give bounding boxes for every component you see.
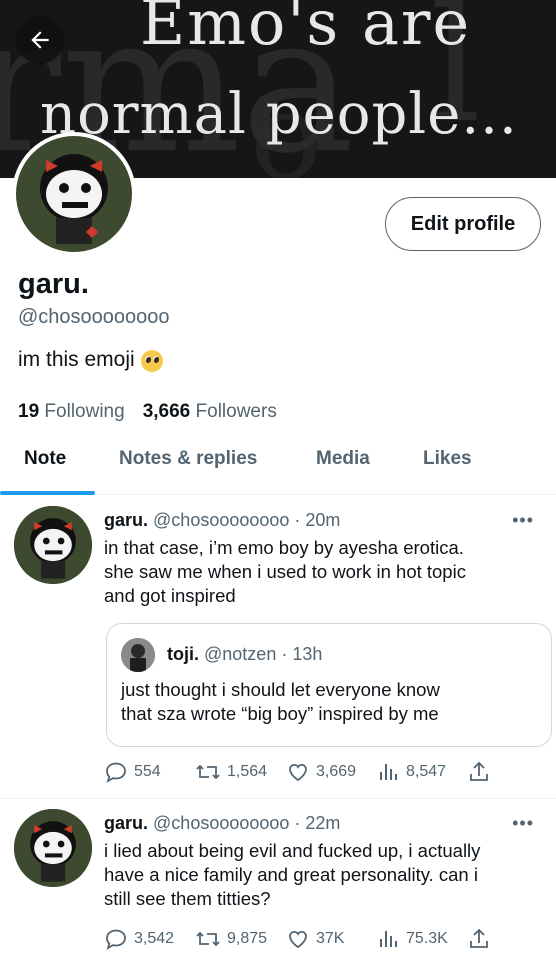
profile-avatar[interactable] bbox=[12, 132, 136, 256]
profile-handle: @chosoooooooo bbox=[18, 306, 170, 328]
following-label: Following bbox=[44, 401, 125, 422]
retweet-button[interactable]: 9,875 bbox=[195, 927, 267, 951]
more-options-icon[interactable]: ••• bbox=[512, 510, 534, 531]
reply-button[interactable]: 554 bbox=[104, 760, 161, 784]
views-count: 8,547 bbox=[406, 763, 447, 780]
pleading-face-icon bbox=[140, 350, 163, 372]
heart-icon bbox=[289, 763, 307, 782]
reply-icon bbox=[106, 762, 126, 783]
heart-icon bbox=[289, 930, 307, 949]
followers-link[interactable]: 3,666 Followers bbox=[143, 401, 277, 423]
views-button[interactable]: 8,547 bbox=[378, 760, 446, 784]
share-button[interactable] bbox=[468, 760, 490, 784]
profile-bio: im this emoji bbox=[18, 348, 163, 372]
like-count: 37K bbox=[316, 930, 345, 947]
tweet-item[interactable]: garu. @chosoooooooo · 20m ••• in that ca… bbox=[0, 496, 556, 798]
tweet-author-name[interactable]: garu. bbox=[104, 813, 148, 833]
profile-display-name: garu. bbox=[18, 268, 89, 300]
followers-label: Followers bbox=[195, 401, 277, 422]
avatar-image bbox=[16, 136, 132, 252]
bio-text: im this emoji bbox=[18, 348, 135, 371]
like-button[interactable]: 37K bbox=[286, 927, 344, 951]
reply-count: 554 bbox=[134, 763, 161, 780]
views-button[interactable]: 75.3K bbox=[378, 927, 448, 951]
tweet-actions: 3,542 9,875 37K 75.3K bbox=[104, 927, 544, 955]
active-tab-indicator bbox=[0, 491, 95, 495]
like-button[interactable]: 3,669 bbox=[286, 760, 356, 784]
following-link[interactable]: 19 Following bbox=[18, 401, 125, 423]
back-button[interactable] bbox=[16, 16, 64, 64]
tweet-author-name[interactable]: garu. bbox=[104, 510, 148, 530]
avatar-image bbox=[14, 506, 92, 584]
tweet-text: in that case, i’m emo boy by ayesha erot… bbox=[104, 537, 466, 606]
banner-text-line2: normal people... bbox=[40, 82, 518, 147]
tab-note[interactable]: Note bbox=[24, 448, 66, 470]
quoted-tweet[interactable]: toji. @notzen · 13h just thought i shoul… bbox=[106, 623, 552, 747]
like-count: 3,669 bbox=[316, 763, 357, 780]
more-options-icon[interactable]: ••• bbox=[512, 813, 534, 834]
tweet-avatar[interactable] bbox=[14, 506, 92, 584]
quote-header: toji. @notzen · 13h bbox=[167, 644, 322, 665]
reply-count: 3,542 bbox=[134, 930, 175, 947]
quote-avatar bbox=[121, 638, 155, 672]
views-icon bbox=[380, 931, 397, 947]
tweet-header: garu. @chosoooooooo · 20m bbox=[104, 510, 340, 531]
retweet-icon bbox=[196, 764, 220, 780]
tab-media[interactable]: Media bbox=[316, 448, 370, 470]
following-count: 19 bbox=[18, 401, 40, 422]
tab-notes-replies[interactable]: Notes & replies bbox=[119, 448, 257, 470]
retweet-icon bbox=[196, 931, 220, 947]
retweet-button[interactable]: 1,564 bbox=[195, 760, 267, 784]
tweet-item[interactable]: garu. @chosoooooooo · 22m ••• i lied abo… bbox=[0, 799, 556, 960]
profile-tabs: Note Notes & replies Media Likes bbox=[0, 430, 556, 496]
edit-profile-button[interactable]: Edit profile bbox=[385, 197, 541, 251]
quote-meta: @notzen · 13h bbox=[204, 644, 323, 664]
avatar-image bbox=[121, 638, 155, 672]
reply-button[interactable]: 3,542 bbox=[104, 927, 174, 951]
share-button[interactable] bbox=[468, 927, 490, 951]
views-icon bbox=[380, 764, 397, 780]
tweet-header: garu. @chosoooooooo · 22m bbox=[104, 813, 340, 834]
tweet-text: i lied about being evil and fucked up, i… bbox=[104, 840, 481, 909]
quote-text: just thought i should let everyone know … bbox=[121, 679, 440, 724]
retweet-count: 9,875 bbox=[227, 930, 268, 947]
avatar-image bbox=[14, 809, 92, 887]
profile-stats: 19 Following 3,666 Followers bbox=[18, 401, 277, 423]
tweet-meta: @chosoooooooo · 22m bbox=[153, 813, 341, 833]
quote-author-name: toji. bbox=[167, 644, 199, 664]
reply-icon bbox=[106, 929, 126, 950]
tweet-meta: @chosoooooooo · 20m bbox=[153, 510, 341, 530]
arrow-left-icon bbox=[31, 31, 49, 49]
views-count: 75.3K bbox=[406, 930, 448, 947]
followers-count: 3,666 bbox=[142, 401, 191, 422]
tweet-actions: 554 1,564 3,669 8,547 bbox=[104, 760, 544, 788]
share-icon bbox=[470, 761, 488, 781]
retweet-count: 1,564 bbox=[227, 763, 268, 780]
tweet-avatar[interactable] bbox=[14, 809, 92, 887]
banner-text-line1: Emo's are bbox=[140, 0, 472, 59]
tab-likes[interactable]: Likes bbox=[423, 448, 472, 470]
share-icon bbox=[470, 928, 488, 948]
